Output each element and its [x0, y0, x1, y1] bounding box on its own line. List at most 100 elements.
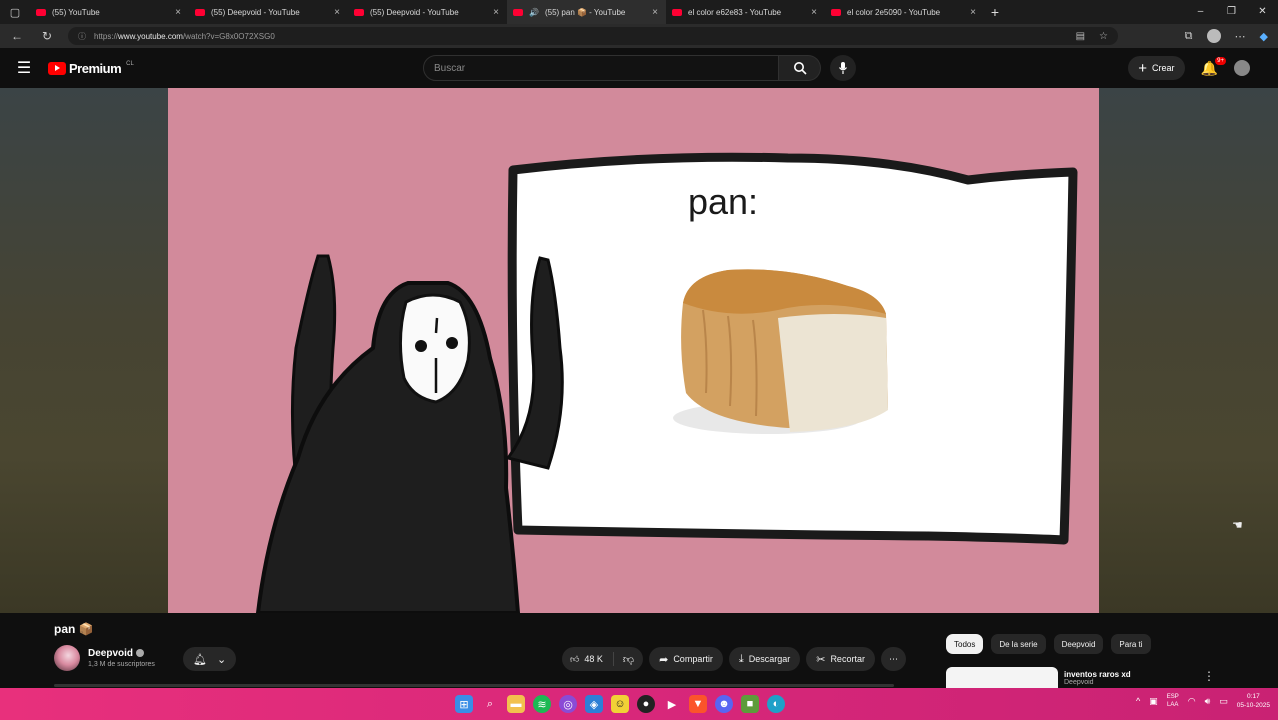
download-icon: ⤓ [738, 652, 744, 665]
search-button[interactable] [779, 55, 821, 81]
share-button[interactable]: ➦ Compartir [649, 647, 723, 671]
github-icon[interactable]: ● [637, 695, 655, 713]
search-bar [423, 55, 856, 81]
chip-deepvoid[interactable]: Deepvoid [1053, 634, 1104, 654]
create-label: Crear [1152, 63, 1175, 73]
mouse-cursor-icon: ☚ [1232, 518, 1243, 532]
download-button[interactable]: ⤓ Descargar [728, 647, 801, 671]
copilot-icon[interactable]: ◆ [1260, 30, 1268, 43]
youtube-app-icon[interactable]: ▶ [663, 695, 681, 713]
taskbar-apps: ⊞ ⌕ ▬ ≋ ◎ ◈ ☺ ● ▶ ▼ ☻ ■ ◐ [455, 695, 785, 713]
account-avatar[interactable] [1234, 60, 1250, 76]
reader-mode-icon[interactable]: ▤ [1076, 31, 1085, 42]
app-purple-icon[interactable]: ◎ [559, 695, 577, 713]
system-tray: ^ ▣ ESP LAA ◠ 🔊︎ ▭ 0:17 05-10-2025 [1136, 692, 1270, 710]
start-icon[interactable]: ⊞ [455, 695, 473, 713]
notification-badge: 9+ [1215, 56, 1226, 65]
language-indicator[interactable]: ESP LAA [1167, 693, 1179, 709]
video-player[interactable]: pan: [168, 88, 1099, 613]
tray-app-icon[interactable]: ▣ [1149, 696, 1158, 707]
tab-close-icon[interactable]: × [809, 7, 819, 18]
tab-close-icon[interactable]: × [332, 7, 342, 18]
more-actions-button[interactable]: ⋯ [880, 647, 906, 671]
favorite-star-icon[interactable]: ☆ [1099, 31, 1108, 42]
url-field[interactable]: ⓘ https://www.youtube.com/watch?v=G8x0O7… [68, 27, 1118, 45]
clip-button[interactable]: ✂ Recortar [806, 647, 875, 671]
tab-close-icon[interactable]: × [173, 7, 183, 18]
new-tab-button[interactable]: + [984, 4, 1006, 20]
app-blue-icon[interactable]: ◈ [585, 695, 603, 713]
channel-name-row[interactable]: Deepvoid [88, 648, 155, 659]
tab-title: (55) Deepvoid - YouTube [211, 7, 300, 17]
discord-icon[interactable]: ☻ [715, 695, 733, 713]
share-label: Compartir [673, 654, 713, 664]
download-label: Descargar [748, 654, 791, 664]
chip-todos[interactable]: Todos [946, 634, 984, 654]
voice-search-button[interactable] [830, 55, 856, 81]
browser-tab-active[interactable]: 🔊 (55) pan 📦 - YouTube × [507, 0, 666, 24]
create-button[interactable]: + Crear [1128, 56, 1185, 80]
verified-badge-icon [136, 649, 145, 658]
battery-icon[interactable]: ▭ [1219, 696, 1228, 707]
app-yellow-icon[interactable]: ☺ [611, 695, 629, 713]
back-arrow-icon[interactable]: ← [8, 29, 26, 43]
chip-para-ti[interactable]: Para ti [1111, 634, 1151, 654]
recommended-thumbnail[interactable] [946, 667, 1058, 689]
edge-browser-icon[interactable]: ◐ [767, 695, 785, 713]
more-menu-icon[interactable]: ⋯ [1235, 30, 1246, 43]
spotify-icon[interactable]: ≋ [533, 695, 551, 713]
browser-tab[interactable]: (55) YouTube × [30, 0, 189, 24]
like-button[interactable]: 👍︎ 48 K [562, 652, 614, 666]
close-window-icon[interactable]: ✕ [1247, 0, 1278, 24]
tab-close-icon[interactable]: × [650, 7, 660, 18]
thumbs-down-icon: 👎︎ [622, 653, 635, 666]
file-explorer-icon[interactable]: ▬ [507, 695, 525, 713]
extensions-icon[interactable]: ⧉ [1185, 30, 1193, 43]
youtube-favicon-icon [195, 8, 205, 16]
youtube-premium-logo[interactable]: Premium CL [48, 61, 134, 76]
recommended-title[interactable]: inventos raros xd [1064, 670, 1131, 679]
bread-loaf-image [673, 269, 888, 434]
tab-title: el color 2e5090 - YouTube [847, 7, 941, 17]
window-menu-icon[interactable]: ▢ [0, 0, 30, 24]
minecraft-icon[interactable]: ■ [741, 695, 759, 713]
channel-avatar[interactable] [54, 645, 80, 671]
youtube-header: ☰ Premium CL + Crear 🔔 9+ [0, 48, 1278, 88]
speaker-icon[interactable]: 🔊 [529, 8, 539, 17]
youtube-favicon-icon [513, 8, 523, 16]
clip-label: Recortar [830, 654, 865, 664]
volume-icon[interactable]: 🔊︎ [1205, 696, 1211, 707]
subscribed-bell-button[interactable]: 🔔︎ ⌄ [183, 647, 237, 671]
search-input[interactable] [423, 55, 779, 81]
wifi-icon[interactable]: ◠ [1188, 696, 1196, 707]
search-icon[interactable]: ⌕ [481, 695, 499, 713]
site-info-icon[interactable]: ⓘ [78, 31, 86, 42]
notifications-button[interactable]: 🔔 9+ [1201, 56, 1226, 77]
region-code: CL [126, 60, 134, 67]
tray-chevron-icon[interactable]: ^ [1136, 696, 1140, 706]
like-count: 48 K [584, 654, 603, 664]
share-arrow-icon: ➦ [659, 653, 669, 666]
channel-name[interactable]: Deepvoid [88, 648, 133, 659]
youtube-play-icon [48, 61, 66, 75]
browser-tab[interactable]: el color e62e83 - YouTube × [666, 0, 825, 24]
tab-close-icon[interactable]: × [491, 7, 501, 18]
logo-text: Premium [69, 60, 122, 76]
recommended-video[interactable]: inventos raros xd Deepvoid [946, 667, 1131, 689]
minimize-icon[interactable]: – [1185, 0, 1216, 24]
chip-de-la-serie[interactable]: De la serie [991, 634, 1046, 654]
tab-close-icon[interactable]: × [968, 7, 978, 18]
browser-tab[interactable]: (55) Deepvoid - YouTube × [189, 0, 348, 24]
maximize-icon[interactable]: ❐ [1216, 0, 1247, 24]
profile-avatar-icon[interactable] [1206, 29, 1221, 43]
browser-tab[interactable]: (55) Deepvoid - YouTube × [348, 0, 507, 24]
like-dislike-group: 👍︎ 48 K 👎︎ [562, 647, 644, 671]
recommended-menu-icon[interactable]: ⋮ [1203, 669, 1215, 683]
clock[interactable]: 0:17 05-10-2025 [1237, 692, 1270, 710]
brave-browser-icon[interactable]: ▼ [689, 695, 707, 713]
dislike-button[interactable]: 👎︎ [614, 653, 643, 666]
browser-tab[interactable]: el color 2e5090 - YouTube × [825, 0, 984, 24]
reload-icon[interactable]: ↻ [38, 29, 56, 43]
hamburger-menu-icon[interactable]: ☰ [0, 58, 48, 78]
search-icon [793, 62, 807, 75]
